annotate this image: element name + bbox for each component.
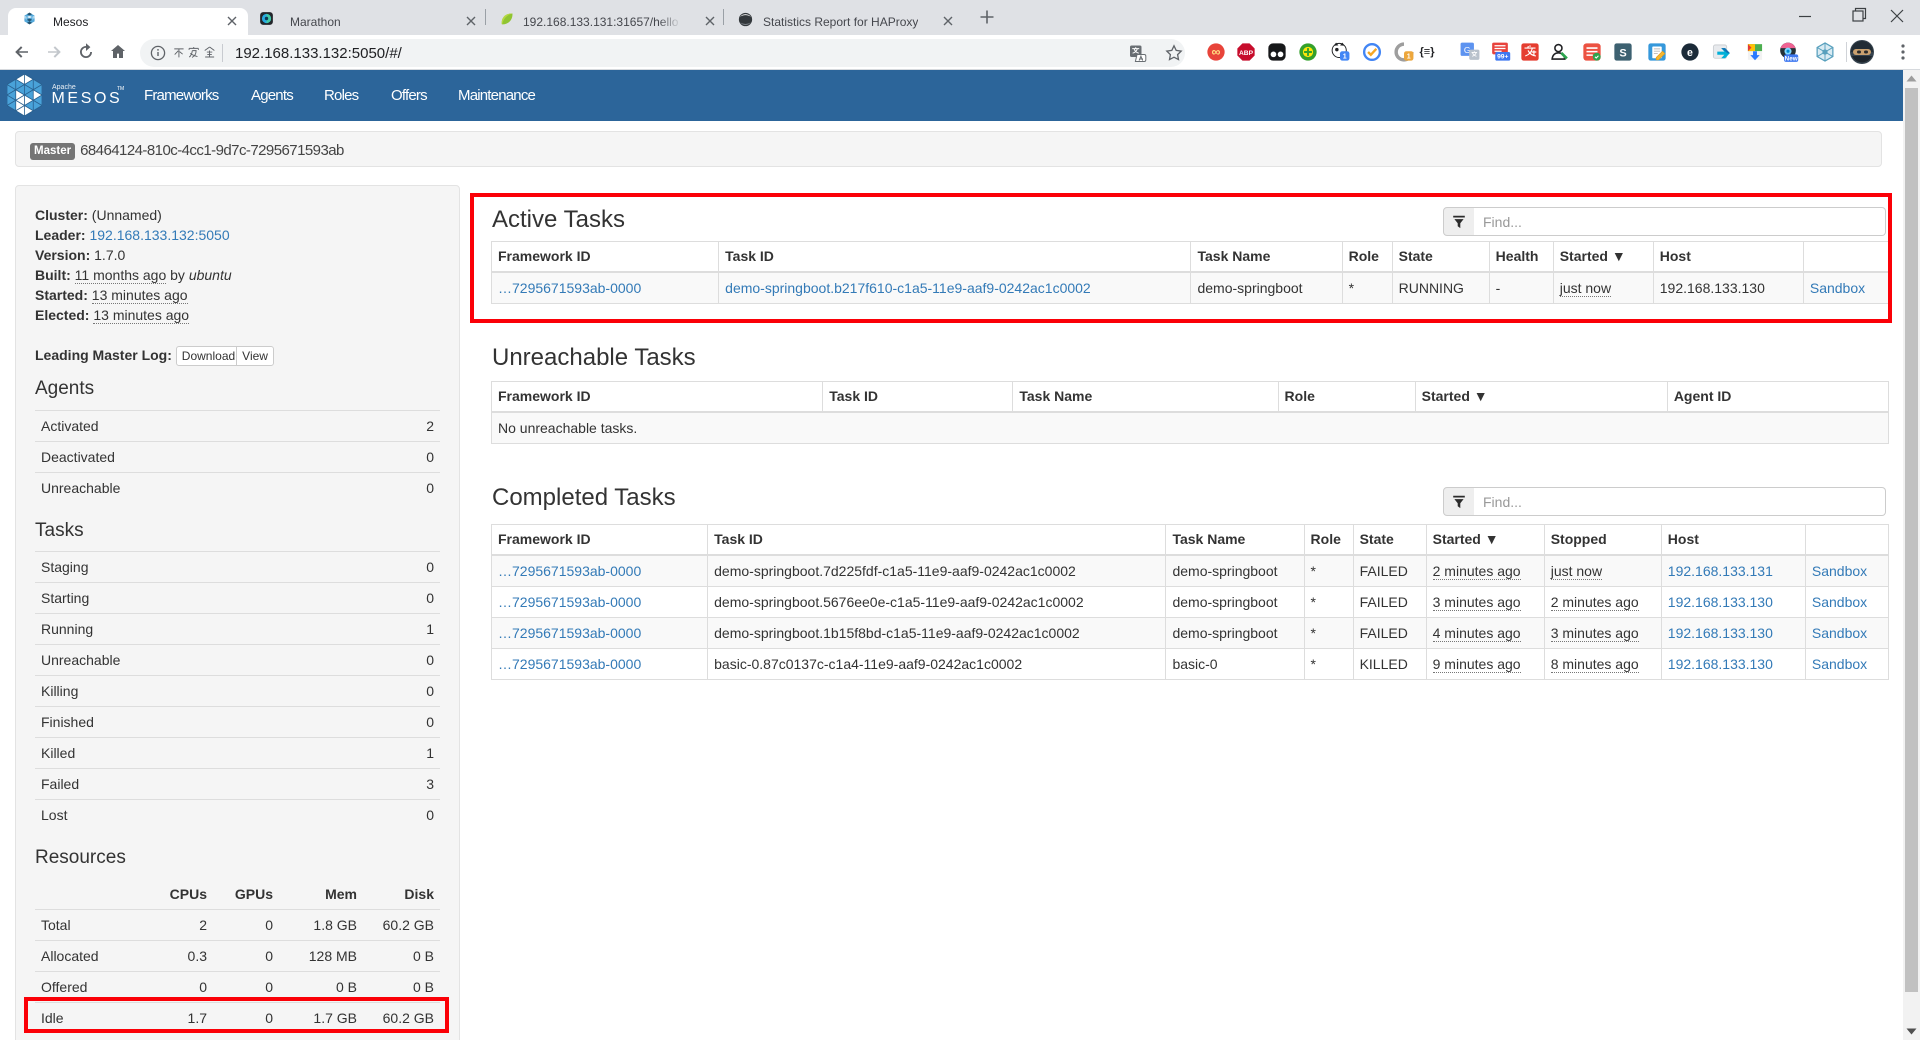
svg-text:ABP: ABP xyxy=(1239,50,1254,57)
svg-text:∞: ∞ xyxy=(1212,45,1221,59)
svg-text:e: e xyxy=(1687,47,1693,59)
svg-text:1: 1 xyxy=(1407,54,1411,61)
svg-text:99+: 99+ xyxy=(1497,54,1508,61)
svg-text:New: New xyxy=(1785,55,1798,62)
svg-text:1: 1 xyxy=(1343,54,1347,61)
svg-text:S: S xyxy=(1619,47,1626,59)
